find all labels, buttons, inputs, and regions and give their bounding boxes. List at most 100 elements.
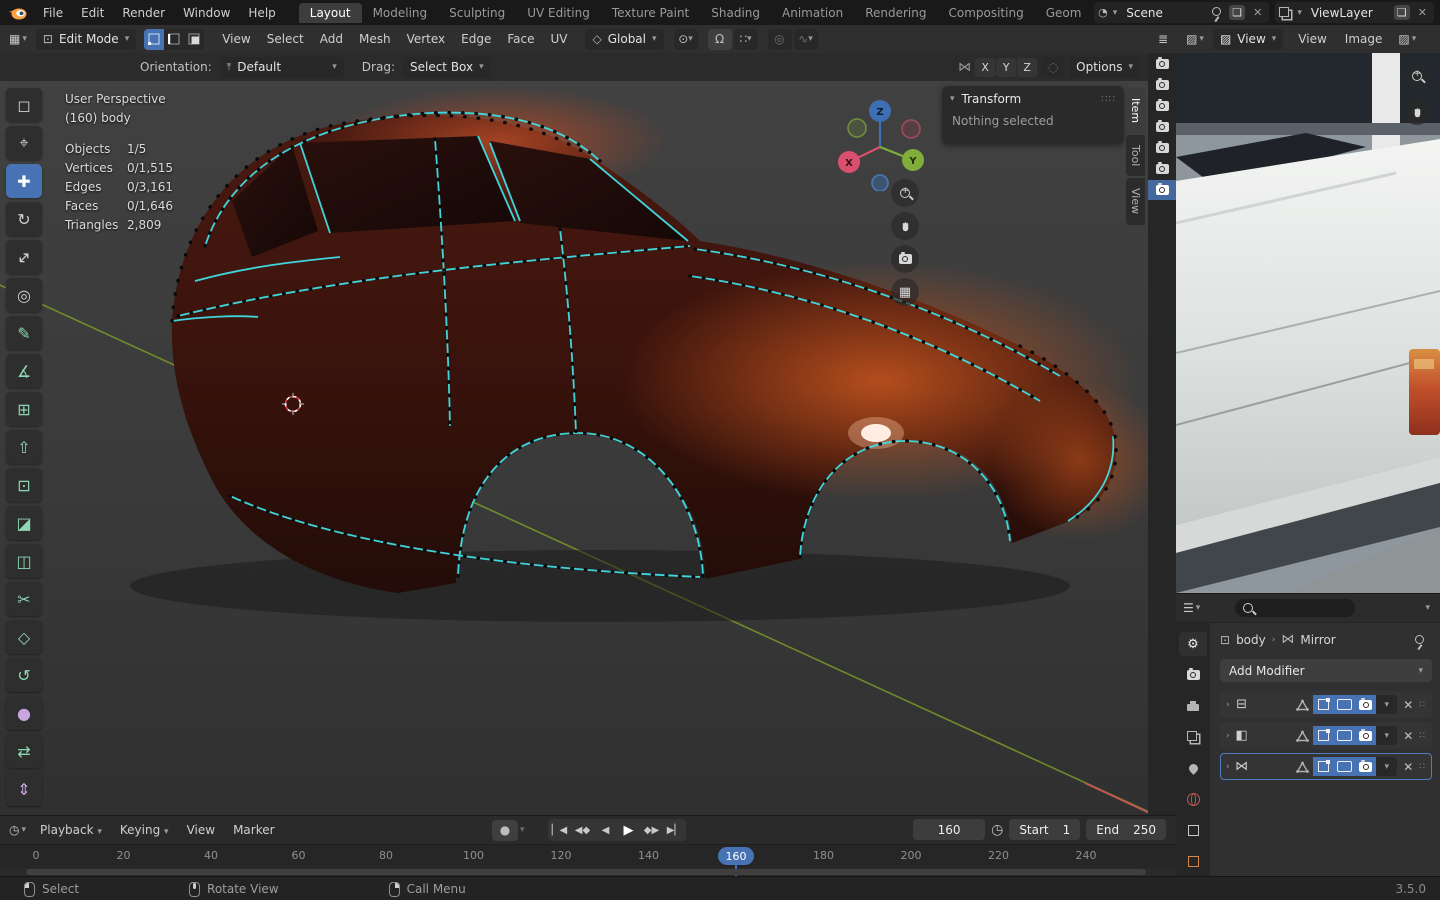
jump-end-button[interactable]: ▶▏ xyxy=(663,819,686,841)
axis-minus-z-ball[interactable] xyxy=(872,175,888,191)
outliner-row-4[interactable] xyxy=(1148,117,1176,137)
delete-modifier-button[interactable]: ✕ xyxy=(1400,760,1416,774)
tool-smooth[interactable]: ● xyxy=(6,696,42,730)
camera-view-button[interactable] xyxy=(891,245,919,273)
add-modifier-button[interactable]: Add Modifier ▾ xyxy=(1220,659,1432,682)
zoom-button[interactable] xyxy=(891,179,919,207)
menu-edit[interactable]: Edit xyxy=(72,3,113,23)
tool-inset-faces[interactable]: ⊡ xyxy=(6,468,42,502)
collapse-panel-icon[interactable]: ▾ xyxy=(950,94,955,104)
workspace-tab-modeling[interactable]: Modeling xyxy=(362,3,439,23)
outliner-row-2[interactable] xyxy=(1148,75,1176,95)
tool-loop-cut[interactable]: ◫ xyxy=(6,544,42,578)
mirror-axis-y-toggle[interactable]: Y xyxy=(996,58,1016,77)
on-cage-toggle[interactable] xyxy=(1292,757,1313,776)
edit-mode-toggle[interactable] xyxy=(1313,695,1334,714)
tool-edge-slide[interactable]: ⇄ xyxy=(6,734,42,768)
tool-scale[interactable]: ↔ xyxy=(6,240,42,274)
viewport-menu-select[interactable]: Select xyxy=(259,29,312,49)
properties-tab-render[interactable] xyxy=(1179,663,1207,687)
expand-modifier-icon[interactable]: › xyxy=(1226,762,1230,772)
image-mode-selector[interactable]: ▨ View ▾ xyxy=(1213,29,1283,50)
menu-file[interactable]: File xyxy=(34,3,72,23)
tool-extrude-region[interactable]: ⇧ xyxy=(6,430,42,464)
tool-move[interactable]: ✚ xyxy=(6,164,42,198)
viewport-menu-view[interactable]: View xyxy=(214,29,258,49)
properties-options-button[interactable]: ▾ xyxy=(1425,603,1430,613)
tool-bevel[interactable]: ◪ xyxy=(6,506,42,540)
modifier-drag-handle[interactable]: ∷ xyxy=(1419,700,1426,710)
edit-mode-toggle[interactable] xyxy=(1313,726,1334,745)
modifier-drag-handle[interactable]: ∷ xyxy=(1419,731,1426,741)
viewport-menu-uv[interactable]: UV xyxy=(542,29,575,49)
axis-minus-x-ball[interactable] xyxy=(902,120,920,138)
play-reverse-button[interactable]: ◀ xyxy=(594,819,617,841)
viewlayer-name[interactable]: ViewLayer xyxy=(1307,6,1389,20)
properties-editor-type-button[interactable]: ☰▾ xyxy=(1178,599,1205,617)
sidebar-tab-view[interactable]: View xyxy=(1126,178,1145,224)
pin-scene-button[interactable] xyxy=(1209,5,1224,20)
image-editor-type-button[interactable]: ▨▾ xyxy=(1181,30,1209,48)
outliner-row-7[interactable] xyxy=(1148,180,1176,200)
perspective-toggle-button[interactable]: ▦ xyxy=(891,278,919,306)
face-select-button[interactable] xyxy=(184,29,204,50)
workspace-tab-compositing[interactable]: Compositing xyxy=(937,3,1034,23)
tool-measure[interactable]: ∡ xyxy=(6,354,42,388)
proportional-falloff-button[interactable]: ∿▾ xyxy=(794,29,818,50)
properties-tab-object[interactable] xyxy=(1179,849,1207,873)
new-viewlayer-button[interactable]: ❏ xyxy=(1394,5,1410,20)
keying-popover-button[interactable]: ▾ xyxy=(520,825,525,835)
vertex-select-button[interactable] xyxy=(144,29,164,50)
editor-type-button[interactable]: ▦▾ xyxy=(4,30,32,48)
workspace-tab-rendering[interactable]: Rendering xyxy=(854,3,937,23)
realtime-toggle[interactable] xyxy=(1334,757,1355,776)
current-frame-field[interactable]: 160 xyxy=(913,819,985,840)
car-mesh[interactable] xyxy=(172,86,1148,593)
realtime-toggle[interactable] xyxy=(1334,695,1355,714)
breadcrumb-modifier[interactable]: Mirror xyxy=(1300,633,1335,647)
scene-selector[interactable]: ◔▾ Scene ❏ ✕ xyxy=(1094,2,1269,23)
render-toggle[interactable] xyxy=(1355,726,1376,745)
on-cage-toggle[interactable] xyxy=(1292,726,1313,745)
outliner-row-6[interactable] xyxy=(1148,159,1176,179)
workspace-tab-sculpting[interactable]: Sculpting xyxy=(438,3,516,23)
workspace-tab-uv-editing[interactable]: UV Editing xyxy=(516,3,601,23)
axis-minus-y-ball[interactable] xyxy=(848,119,866,137)
delete-modifier-button[interactable]: ✕ xyxy=(1400,729,1416,743)
menu-help[interactable]: Help xyxy=(239,3,284,23)
play-button[interactable]: ▶ xyxy=(617,819,640,841)
proportional-editing-toggle[interactable]: ◎ xyxy=(768,29,792,50)
jump-start-button[interactable]: ▏◀ xyxy=(548,819,571,841)
scene-name[interactable]: Scene xyxy=(1122,6,1204,20)
mirror-axis-x-toggle[interactable]: X xyxy=(975,58,995,77)
tool-shrink-fatten[interactable]: ⇕ xyxy=(6,772,42,806)
properties-tab-world[interactable] xyxy=(1179,787,1207,811)
outliner-editor-button[interactable]: ≣ xyxy=(1153,30,1173,48)
mirror-axis-z-toggle[interactable]: Z xyxy=(1017,58,1037,77)
auto-keying-toggle[interactable]: ● xyxy=(492,820,518,841)
next-keyframe-button[interactable]: ◆▶ xyxy=(640,819,663,841)
delete-scene-button[interactable]: ✕ xyxy=(1250,5,1265,20)
outliner-row-1[interactable] xyxy=(1148,54,1176,74)
frame-start-field[interactable]: Start 1 xyxy=(1009,819,1080,840)
image-menu-view[interactable]: View xyxy=(1289,29,1335,49)
delete-viewlayer-button[interactable]: ✕ xyxy=(1415,5,1430,20)
tool-options-dropdown[interactable]: Options ▾ xyxy=(1069,57,1140,78)
properties-tab-view-layer[interactable] xyxy=(1179,725,1207,749)
render-toggle[interactable] xyxy=(1355,757,1376,776)
modifier-extras-button[interactable]: ▾ xyxy=(1376,695,1397,714)
panel-grip-icon[interactable]: ∷∷ xyxy=(1101,94,1116,105)
properties-tab-output[interactable] xyxy=(1179,694,1207,718)
frame-end-field[interactable]: End 250 xyxy=(1086,819,1166,840)
workspace-tab-geometry-nodes[interactable]: Geometry Nodes xyxy=(1035,3,1081,23)
timeline-ruler[interactable]: 160 020406080100120140160180200220240 xyxy=(0,844,1176,868)
transform-orientation-selector[interactable]: ◇ Global ▾ xyxy=(585,29,663,50)
tool-spin[interactable]: ↺ xyxy=(6,658,42,692)
timeline-editor-type-button[interactable]: ◷▾ xyxy=(4,821,31,839)
tool-transform[interactable]: ◎ xyxy=(6,278,42,312)
pan-button[interactable] xyxy=(891,212,919,240)
snap-target-button[interactable]: ∷▾ xyxy=(734,29,758,50)
render-toggle[interactable] xyxy=(1355,695,1376,714)
tool-rotate[interactable]: ↻ xyxy=(6,202,42,236)
tool-select-box[interactable]: ◻ xyxy=(6,88,42,122)
